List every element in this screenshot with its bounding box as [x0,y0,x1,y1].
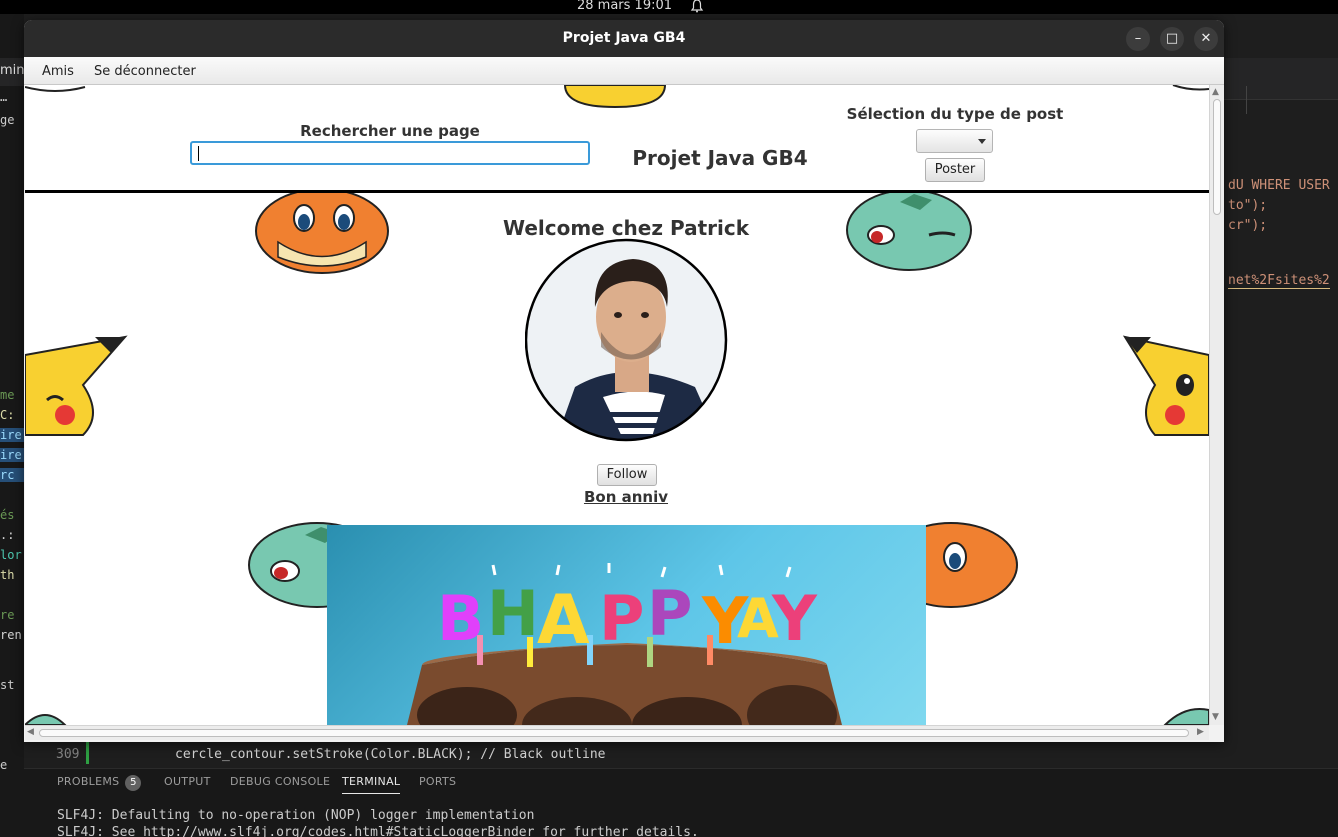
post-title: Bon anniv [583,488,669,506]
page-header: Rechercher une page Projet Java GB4 Séle… [25,85,1209,193]
scroll-down-icon[interactable]: ▼ [1212,712,1219,722]
vscode-left-area [0,14,24,837]
vscode-left-text: e [0,758,8,772]
candle-letter: P [599,582,644,655]
tab-terminal[interactable]: TERMINAL [342,775,401,794]
tab-debug-console[interactable]: DEBUG CONSOLE [230,775,330,788]
code-line: cr"); [1228,218,1268,233]
pikachu-sprite-right [1122,335,1209,436]
vscode-left-text: ire [0,448,24,462]
code-line: to"); [1228,198,1268,213]
scroll-right-icon[interactable]: ▶ [1197,727,1204,737]
vscode-left-tab[interactable]: mina [0,58,24,86]
text-caret [198,146,199,161]
profile-avatar [525,238,728,442]
vscode-left-text: th [0,568,15,582]
post-button[interactable]: Poster [925,158,985,182]
vscode-left-text: st [0,678,15,692]
charmander-sprite [255,188,389,274]
vscode-left-text: C: [0,408,15,422]
vscode-left-text: ire [0,428,24,442]
vscode-left-text: rc [0,468,24,482]
maximize-icon[interactable]: □ [1160,27,1184,51]
search-input[interactable] [190,141,590,165]
tab-output[interactable]: OUTPUT [164,775,211,788]
bulbasaur-sprite [846,189,972,271]
vertical-scroll-thumb[interactable] [1213,99,1221,215]
post-type-select[interactable] [916,129,993,153]
scroll-left-icon[interactable]: ◀ [27,727,34,737]
app-window: Projet Java GB4 – □ ✕ Amis Se déconnecte… [24,20,1224,742]
menu-logout[interactable]: Se déconnecter [94,64,196,79]
code-line: dU WHERE USER [1228,178,1330,193]
vscode-left-text: … [0,90,8,104]
vscode-left-text: me [0,388,15,402]
line-number: 309 [56,747,80,762]
vscode-left-text: ge [0,113,15,127]
code-line: net%2Fsites%2 [1228,273,1330,289]
tab-ports[interactable]: PORTS [419,775,456,788]
birthday-cake-image: B H A P P Y A Y [407,563,842,725]
vscode-left-text: ren [0,628,22,642]
candle-letter: P [647,577,692,650]
candle-letter: A [537,581,590,660]
horizontal-scroll-thumb[interactable] [39,729,1189,737]
vscode-left-text: lor [0,548,22,562]
window-titlebar[interactable]: Projet Java GB4 – □ ✕ [24,20,1224,57]
page-title: Projet Java GB4 [632,146,808,170]
menu-friends[interactable]: Amis [42,64,74,79]
horizontal-scrollbar[interactable]: ◀ ▶ [25,725,1209,740]
vscode-editor-area: dU WHERE USER to"); cr"); net%2Fsites%2 [1224,14,1338,837]
system-top-bar: 28 mars 19:01 [0,0,1338,14]
main-content: Rechercher une page Projet Java GB4 Séle… [25,85,1209,725]
vscode-editor-tabs [1224,58,1338,100]
follow-button[interactable]: Follow [597,464,657,486]
candle-letter: Y [771,582,818,655]
close-icon[interactable]: ✕ [1194,27,1218,51]
code-line-309: cercle_contour.setStroke(Color.BLACK); /… [175,747,606,762]
system-clock[interactable]: 28 mars 19:01 [577,0,672,13]
vscode-left-text: és [0,508,15,522]
scroll-up-icon[interactable]: ▲ [1212,87,1219,97]
vscode-left-text: .: [0,528,15,542]
search-label: Rechercher une page [300,122,480,140]
git-change-indicator [86,740,89,764]
post-type-label: Sélection du type de post [846,105,1064,123]
terminal-line: SLF4J: See http://www.slf4j.org/codes.ht… [57,825,699,837]
candle-letter: H [487,577,539,650]
tab-problems[interactable]: PROBLEMS 5 [57,775,142,791]
terminal-line: SLF4J: Defaulting to no-operation (NOP) … [57,808,535,823]
menu-bar: Amis Se déconnecter [24,57,1224,85]
post-image: B H A P P Y A Y [327,525,926,725]
vertical-scrollbar[interactable]: ▲ ▼ [1209,85,1224,725]
problems-count-badge: 5 [125,775,142,791]
pikachu-sprite-left [25,335,128,436]
vscode-left-text: re [0,608,15,622]
bell-icon[interactable] [690,0,704,17]
minimize-icon[interactable]: – [1126,27,1150,51]
candle-letter: B [437,582,484,655]
window-title: Projet Java GB4 [562,30,686,46]
chevron-down-icon [978,139,986,144]
